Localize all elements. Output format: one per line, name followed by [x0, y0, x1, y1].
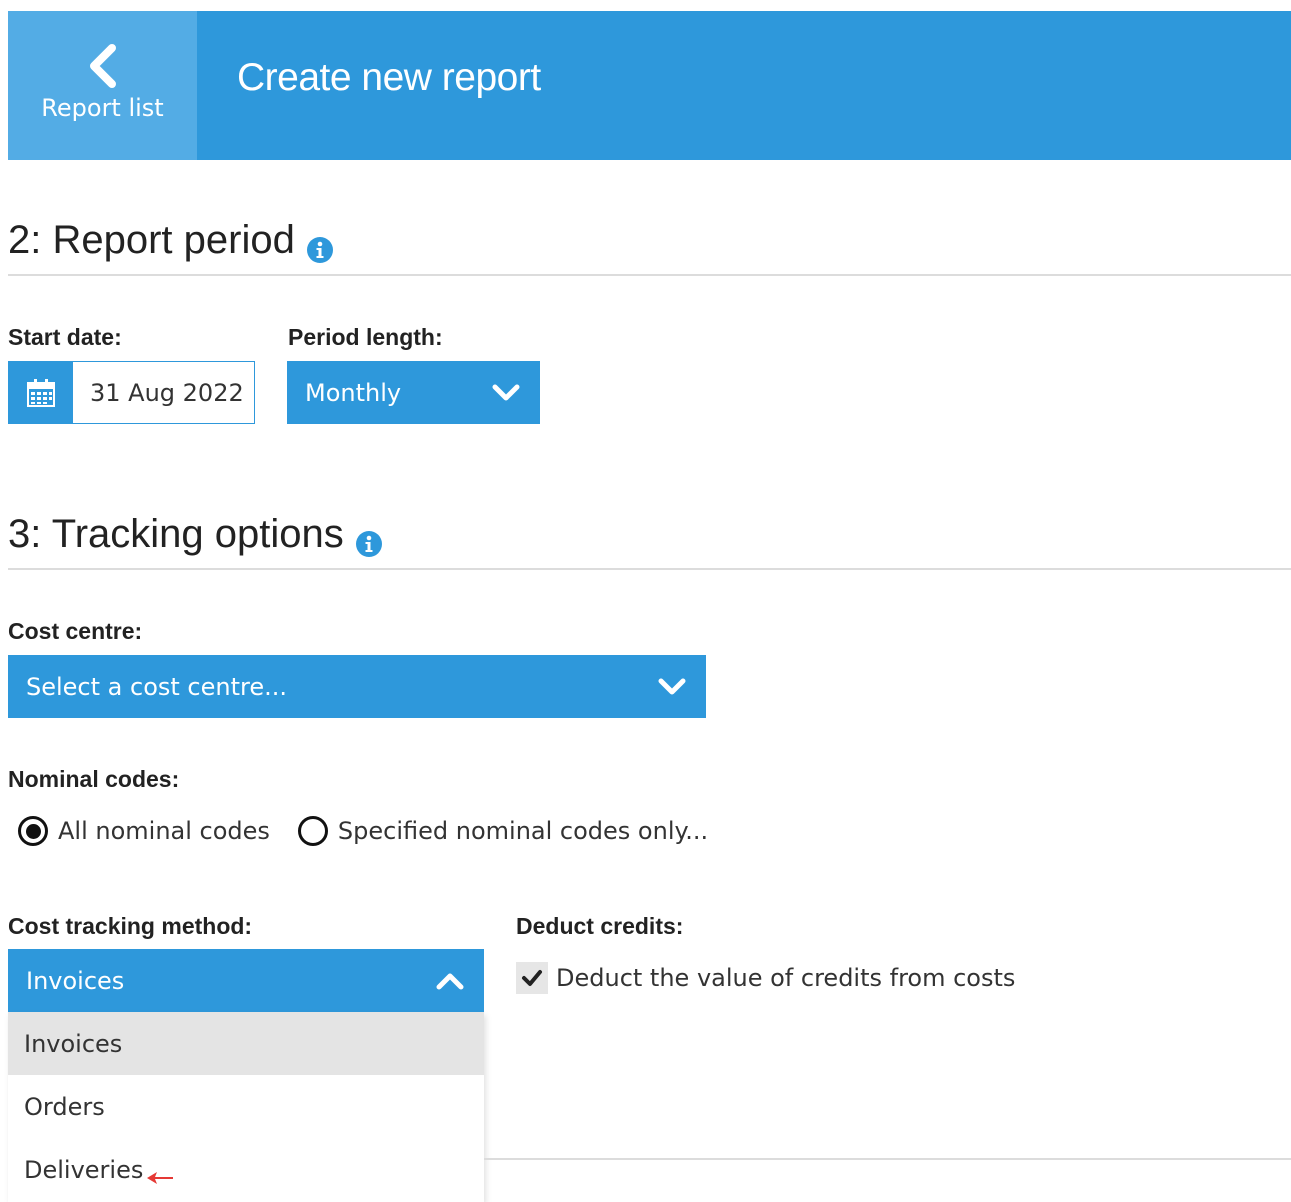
- period-length-label: Period length:: [288, 324, 443, 350]
- calendar-icon[interactable]: [9, 362, 73, 423]
- option-label: Invoices: [24, 1029, 123, 1058]
- option-label: Orders: [24, 1092, 105, 1121]
- report-period-heading-text: 2: Report period: [8, 218, 295, 262]
- chevron-down-icon: [490, 377, 522, 409]
- back-button-label: Report list: [41, 93, 164, 122]
- period-length-select[interactable]: Monthly: [287, 361, 540, 424]
- info-icon[interactable]: [306, 228, 333, 263]
- info-icon[interactable]: [355, 522, 382, 557]
- start-date-value[interactable]: 31 Aug 2022: [73, 362, 254, 423]
- dropdown-option-orders[interactable]: Orders: [8, 1075, 484, 1138]
- page-header: Report list Create new report: [8, 11, 1291, 160]
- deduct-credits-checkbox[interactable]: Deduct the value of credits from costs: [516, 962, 1015, 994]
- nominal-codes-radio-group: All nominal codes Specified nominal code…: [18, 816, 708, 846]
- page-title: Create new report: [237, 56, 541, 99]
- start-date-field[interactable]: 31 Aug 2022: [8, 361, 255, 424]
- cost-centre-select[interactable]: Select a cost centre...: [8, 655, 706, 718]
- period-length-value: Monthly: [305, 378, 402, 407]
- radio-label: Specified nominal codes only...: [337, 817, 709, 845]
- radio-unselected-icon[interactable]: [297, 816, 328, 846]
- radio-selected-icon[interactable]: [18, 816, 48, 846]
- tracking-options-heading-text: 3: Tracking options: [8, 512, 344, 556]
- chevron-left-icon: [81, 43, 125, 88]
- nominal-codes-label: Nominal codes:: [8, 766, 180, 792]
- cost-tracking-method-value: Invoices: [26, 966, 125, 995]
- tracking-options-heading: 3: Tracking options: [8, 512, 382, 557]
- option-label: Deliveries: [24, 1155, 144, 1184]
- radio-label: All nominal codes: [58, 817, 270, 845]
- arrow-left-icon: [145, 1163, 175, 1184]
- deduct-credits-label: Deduct credits:: [516, 913, 684, 939]
- start-date-label: Start date:: [8, 324, 122, 350]
- cost-centre-label: Cost centre:: [8, 618, 143, 644]
- chevron-up-icon: [434, 965, 466, 997]
- dropdown-option-invoices[interactable]: Invoices: [8, 1012, 484, 1075]
- radio-all-nominal-codes[interactable]: All nominal codes: [18, 816, 270, 846]
- check-icon[interactable]: [516, 962, 548, 994]
- section-divider: [8, 274, 1291, 276]
- deduct-credits-text: Deduct the value of credits from costs: [556, 964, 1016, 992]
- section-divider: [8, 568, 1291, 570]
- dropdown-option-deliveries[interactable]: Deliveries: [8, 1138, 484, 1201]
- cost-tracking-method-dropdown: Invoices Orders Deliveries: [8, 1012, 484, 1202]
- chevron-down-icon: [656, 671, 688, 703]
- report-period-heading: 2: Report period: [8, 218, 333, 263]
- radio-specified-nominal-codes[interactable]: Specified nominal codes only...: [297, 816, 709, 846]
- cost-tracking-method-select[interactable]: Invoices: [8, 949, 484, 1012]
- cost-tracking-method-label: Cost tracking method:: [8, 913, 253, 939]
- section-divider: [484, 1158, 1291, 1160]
- cost-centre-value: Select a cost centre...: [26, 672, 287, 701]
- back-to-report-list-button[interactable]: Report list: [8, 11, 197, 160]
